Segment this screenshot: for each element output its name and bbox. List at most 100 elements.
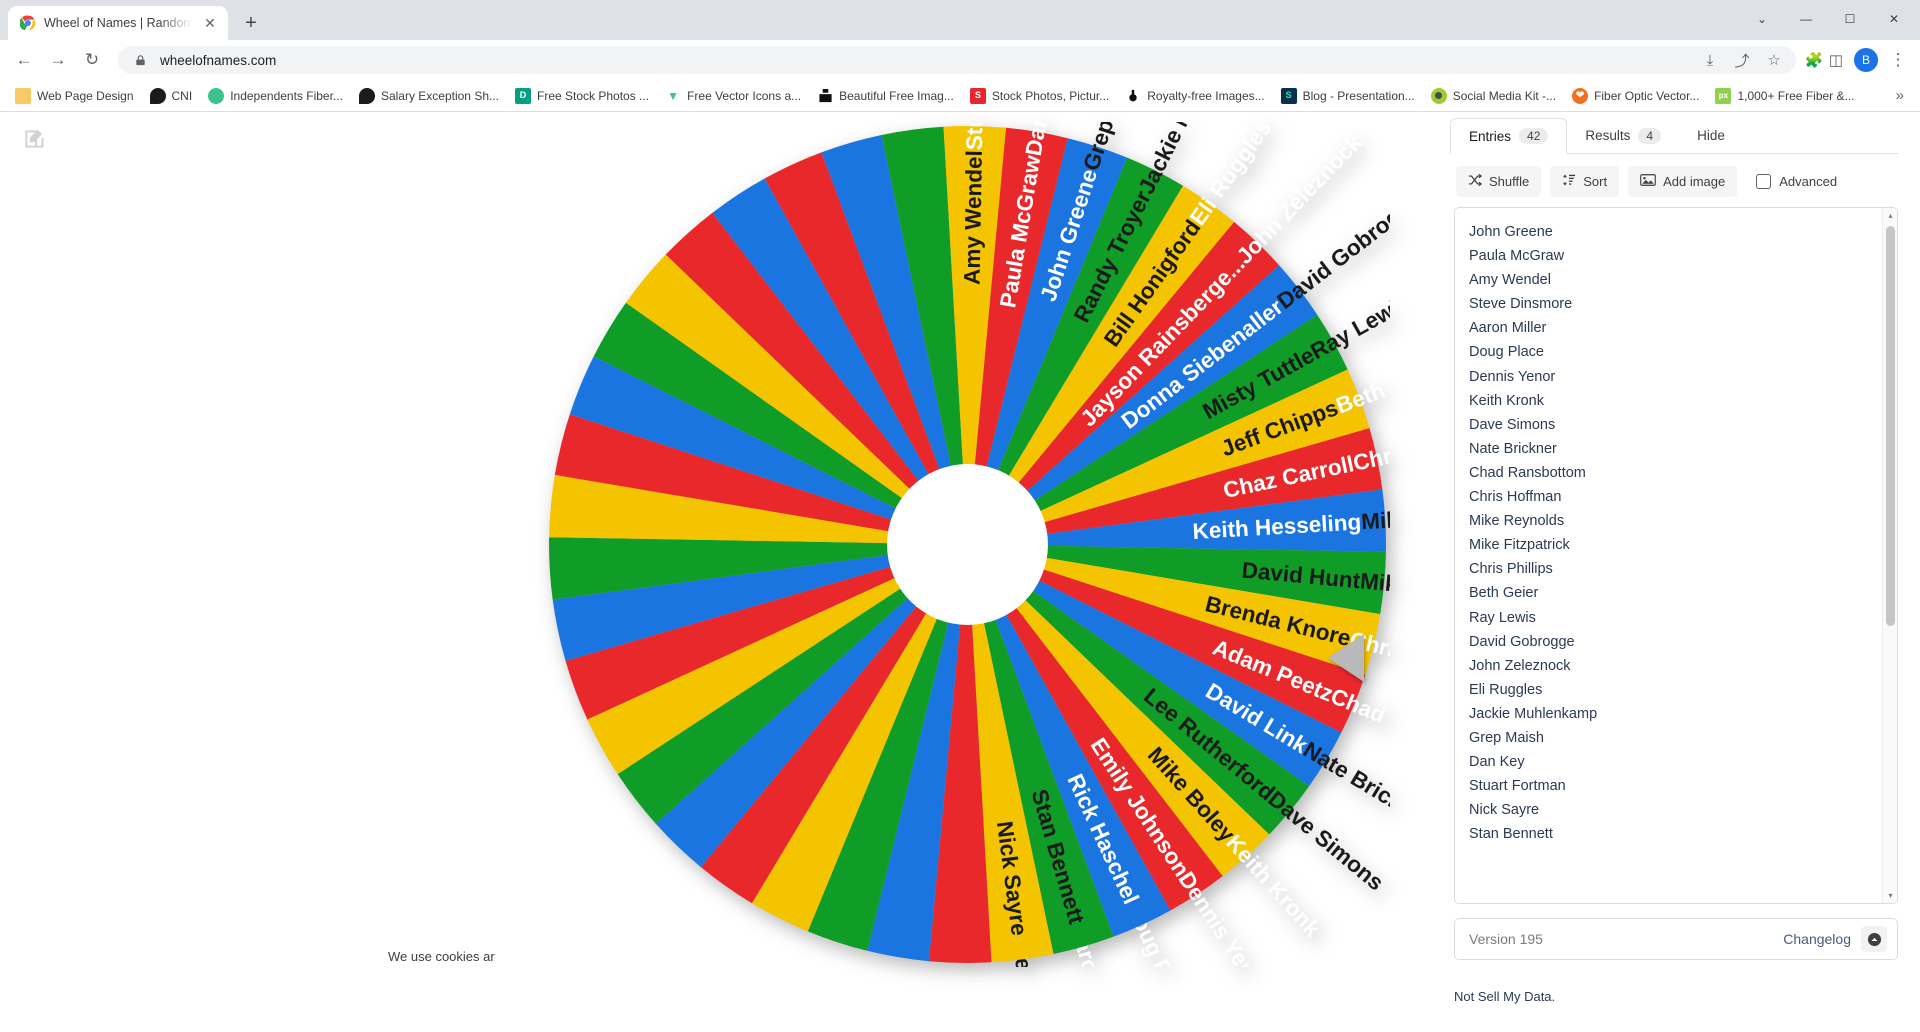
list-item[interactable]: Chris Phillips bbox=[1469, 557, 1882, 581]
list-item[interactable]: Doug Place bbox=[1469, 340, 1882, 364]
bookmark-label: Royalty-free Images... bbox=[1147, 88, 1265, 103]
list-item[interactable]: Mike Fitzpatrick bbox=[1469, 533, 1882, 557]
list-item[interactable]: Mike Reynolds bbox=[1469, 509, 1882, 533]
list-item[interactable]: Stuart Fortman bbox=[1469, 774, 1882, 798]
tab-entries[interactable]: Entries 42 bbox=[1450, 118, 1568, 154]
add-image-button[interactable]: Add image bbox=[1628, 166, 1738, 197]
list-item[interactable]: Beth Geier bbox=[1469, 581, 1882, 605]
maximize-button[interactable]: ☐ bbox=[1828, 4, 1872, 34]
list-item[interactable]: Aaron Miller bbox=[1469, 316, 1882, 340]
changelog-link[interactable]: Changelog bbox=[1783, 931, 1851, 947]
shuffle-button[interactable]: Shuffle bbox=[1456, 166, 1542, 197]
panel-footer: Not Sell My Data. bbox=[1450, 960, 1898, 1032]
address-bar[interactable]: wheelofnames.com ⤓ ⤴ ☆ bbox=[118, 46, 1796, 74]
list-item[interactable]: Paula McGraw bbox=[1469, 244, 1882, 268]
close-icon[interactable]: ✕ bbox=[200, 13, 220, 33]
list-item[interactable]: David Gobrogge bbox=[1469, 630, 1882, 654]
bookmark-item[interactable]: CNI bbox=[143, 84, 200, 108]
entries-list[interactable]: John Greene Paula McGraw Amy Wendel Steve D… bbox=[1455, 208, 1882, 903]
bookmark-label: CNI bbox=[171, 88, 193, 103]
bookmark-item[interactable]: Salary Exception Sh... bbox=[352, 84, 506, 108]
tab-title: Wheel of Names | Random n bbox=[44, 16, 192, 30]
list-item[interactable]: Keith Kronk bbox=[1469, 389, 1882, 413]
sort-button[interactable]: Sort bbox=[1550, 166, 1620, 197]
list-item[interactable]: Chris Hoffman bbox=[1469, 485, 1882, 509]
bookmark-item[interactable]: Social Media Kit -... bbox=[1424, 84, 1563, 108]
side-panel-icon[interactable]: ◫ bbox=[1826, 50, 1846, 70]
icon-glyph: ▼ bbox=[667, 88, 679, 103]
list-item[interactable]: Dennis Yenor bbox=[1469, 365, 1882, 389]
forward-button[interactable]: → bbox=[42, 44, 74, 76]
advanced-toggle[interactable]: Advanced bbox=[1756, 174, 1837, 189]
bookmark-item[interactable]: px 1,000+ Free Fiber &... bbox=[1708, 84, 1861, 108]
url-text: wheelofnames.com bbox=[160, 52, 277, 68]
wheel-hub[interactable] bbox=[887, 464, 1048, 625]
scrollbar-thumb[interactable] bbox=[1886, 226, 1895, 626]
bookmark-item[interactable]: Royalty-free Images... bbox=[1118, 84, 1271, 108]
version-bar: Version 195 Changelog bbox=[1454, 918, 1898, 960]
share-icon[interactable]: ⤴ bbox=[1732, 50, 1752, 70]
list-item[interactable]: Steve Dinsmore bbox=[1469, 292, 1882, 316]
shuffle-icon bbox=[1468, 173, 1483, 190]
close-window-button[interactable]: ✕ bbox=[1872, 4, 1916, 34]
wheel-segment-label: Stuart Fortman bbox=[962, 122, 990, 150]
fiber-optic-icon: ❤ bbox=[1572, 87, 1589, 104]
list-item[interactable]: Dan Key bbox=[1469, 750, 1882, 774]
list-item[interactable]: Stan Bennett bbox=[1469, 822, 1882, 846]
browser-tab[interactable]: Wheel of Names | Random n ✕ bbox=[8, 6, 228, 40]
minimize-button[interactable]: — bbox=[1784, 4, 1828, 34]
new-tab-button[interactable]: + bbox=[236, 8, 266, 38]
tab-hide[interactable]: Hide bbox=[1679, 118, 1743, 153]
tab-results[interactable]: Results 4 bbox=[1567, 118, 1679, 153]
list-item[interactable]: Grep Maish bbox=[1469, 726, 1882, 750]
not-sell-my-data-link[interactable]: Not Sell My Data. bbox=[1454, 989, 1555, 1004]
back-button[interactable]: ← bbox=[8, 44, 40, 76]
bookmark-item[interactable]: D Free Stock Photos ... bbox=[508, 84, 656, 108]
list-item[interactable]: Dave Simons bbox=[1469, 413, 1882, 437]
list-item[interactable]: John Zeleznock bbox=[1469, 654, 1882, 678]
bookmark-label: Free Vector Icons a... bbox=[687, 88, 802, 103]
spin-wheel[interactable]: Doug PlaceAaron MillerSteve DinsmoreAmy … bbox=[545, 122, 1405, 982]
bookmark-label: Social Media Kit -... bbox=[1452, 88, 1557, 103]
bookmark-item[interactable]: S Stock Photos, Pictur... bbox=[963, 84, 1116, 108]
bookmark-label: Blog - Presentation... bbox=[1302, 88, 1415, 103]
entries-scrollbar[interactable]: ▴ ▾ bbox=[1882, 208, 1897, 903]
scroll-up-button[interactable]: ▴ bbox=[1883, 208, 1897, 223]
bookmark-item[interactable]: Web Page Design bbox=[8, 84, 141, 108]
bookmarks-overflow-button[interactable]: » bbox=[1888, 87, 1912, 104]
reload-button[interactable]: ↻ bbox=[76, 44, 108, 76]
extensions-icon[interactable]: 🧩 bbox=[1804, 50, 1824, 70]
wheel-segment-label: Keith Kronk bbox=[1221, 830, 1325, 942]
bookmark-item[interactable]: Beautiful Free Imag... bbox=[810, 84, 961, 108]
advanced-checkbox[interactable] bbox=[1756, 174, 1772, 189]
list-item[interactable]: Ray Lewis bbox=[1469, 606, 1882, 630]
list-item[interactable]: Nick Sayre bbox=[1469, 798, 1882, 822]
list-item[interactable]: Amy Wendel bbox=[1469, 268, 1882, 292]
bookmark-star-icon[interactable]: ☆ bbox=[1764, 50, 1784, 70]
advanced-label: Advanced bbox=[1779, 174, 1838, 189]
chrome-menu-icon[interactable]: ⋮ bbox=[1884, 46, 1912, 74]
chevron-up-icon[interactable] bbox=[1861, 926, 1887, 952]
period: . bbox=[1551, 988, 1556, 1004]
independents-fiber-icon bbox=[208, 87, 225, 104]
list-item[interactable]: Eli Ruggles bbox=[1469, 678, 1882, 702]
browser-window: Wheel of Names | Random n ✕ + ⌄ — ☐ ✕ ← … bbox=[0, 0, 1920, 1032]
avatar[interactable]: B bbox=[1854, 48, 1878, 72]
bookmark-item[interactable]: ❤ Fiber Optic Vector... bbox=[1565, 84, 1706, 108]
wheel-segment-label: Eli Ruggles bbox=[1185, 122, 1276, 230]
bookmark-item[interactable]: ▼ Free Vector Icons a... bbox=[658, 84, 808, 108]
entries-list-box[interactable]: John Greene Paula McGraw Amy Wendel Steve D… bbox=[1454, 207, 1898, 904]
wheel-svg[interactable]: Doug PlaceAaron MillerSteve DinsmoreAmy … bbox=[545, 122, 1390, 967]
scroll-down-button[interactable]: ▾ bbox=[1883, 888, 1897, 903]
install-app-icon[interactable]: ⤓ bbox=[1700, 50, 1720, 70]
bookmark-item[interactable]: S Blog - Presentation... bbox=[1274, 84, 1422, 108]
bookmark-item[interactable]: Independents Fiber... bbox=[201, 84, 350, 108]
tab-results-label: Results bbox=[1585, 128, 1631, 143]
list-item[interactable]: John Greene bbox=[1469, 220, 1882, 244]
list-item[interactable]: Nate Brickner bbox=[1469, 437, 1882, 461]
list-item[interactable]: Jackie Muhlenkamp bbox=[1469, 702, 1882, 726]
minimize-to-tray-button[interactable]: ⌄ bbox=[1740, 4, 1784, 34]
sort-label: Sort bbox=[1583, 174, 1608, 189]
list-item[interactable]: Chad Ransbottom bbox=[1469, 461, 1882, 485]
edit-pencil-icon[interactable] bbox=[22, 126, 48, 152]
